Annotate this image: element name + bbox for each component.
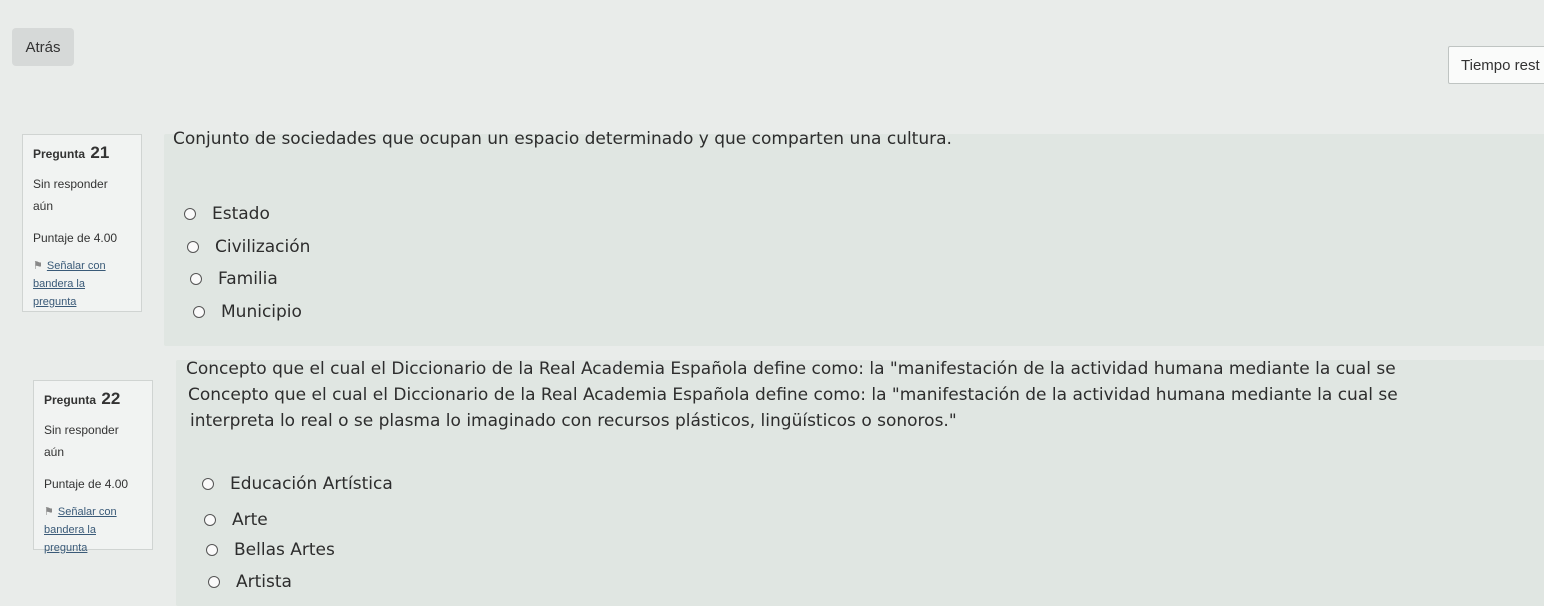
option-artista[interactable]: Artista — [208, 572, 292, 592]
question-grade: Puntaje de 4.00 — [33, 231, 118, 245]
radio-button[interactable] — [204, 514, 216, 526]
option-estado[interactable]: Estado — [184, 204, 270, 224]
question-text-line-3: interpreta lo real o se plasma lo imagin… — [190, 411, 957, 431]
back-button[interactable]: Atrás — [12, 28, 74, 66]
timer-box: Tiempo rest — [1448, 46, 1544, 84]
flag-icon: ⚑ — [33, 260, 43, 272]
radio-button[interactable] — [187, 241, 199, 253]
quiz-page: Atrás Tiempo rest Pregunta 21 Sin respon… — [0, 0, 1544, 606]
radio-button[interactable] — [208, 576, 220, 588]
flag-question-link[interactable]: ⚑ Señalar con bandera la pregunta — [44, 503, 142, 557]
option-civilizacion[interactable]: Civilización — [187, 237, 310, 257]
radio-button[interactable] — [190, 273, 202, 285]
radio-button[interactable] — [193, 306, 205, 318]
question-22-info: Pregunta 22 Sin responder aún Puntaje de … — [33, 380, 153, 554]
option-arte[interactable]: Arte — [204, 510, 268, 530]
option-familia[interactable]: Familia — [190, 269, 278, 289]
option-bellas-artes[interactable]: Bellas Artes — [206, 540, 335, 560]
question-21-content — [164, 134, 1544, 346]
radio-button[interactable] — [202, 478, 214, 490]
question-number-label: Pregunta 22 — [44, 389, 121, 408]
question-text-line-2: Concepto que el cual el Diccionario de l… — [188, 385, 1398, 405]
radio-button[interactable] — [206, 544, 218, 556]
question-text: Conjunto de sociedades que ocupan un esp… — [173, 129, 952, 149]
question-text-line-1: Concepto que el cual el Diccionario de l… — [186, 359, 1396, 379]
question-number-label: Pregunta 21 — [33, 143, 110, 162]
option-educacion-artistica[interactable]: Educación Artística — [202, 474, 393, 494]
option-municipio[interactable]: Municipio — [193, 302, 302, 322]
flag-icon: ⚑ — [44, 506, 54, 518]
question-grade: Puntaje de 4.00 — [44, 477, 129, 491]
radio-button[interactable] — [184, 208, 196, 220]
question-state: Sin responder aún — [44, 423, 119, 459]
flag-question-link[interactable]: ⚑ Señalar con bandera la pregunta — [33, 257, 131, 311]
question-21-info: Pregunta 21 Sin responder aún Puntaje de … — [22, 134, 142, 312]
question-state: Sin responder aún — [33, 177, 108, 213]
